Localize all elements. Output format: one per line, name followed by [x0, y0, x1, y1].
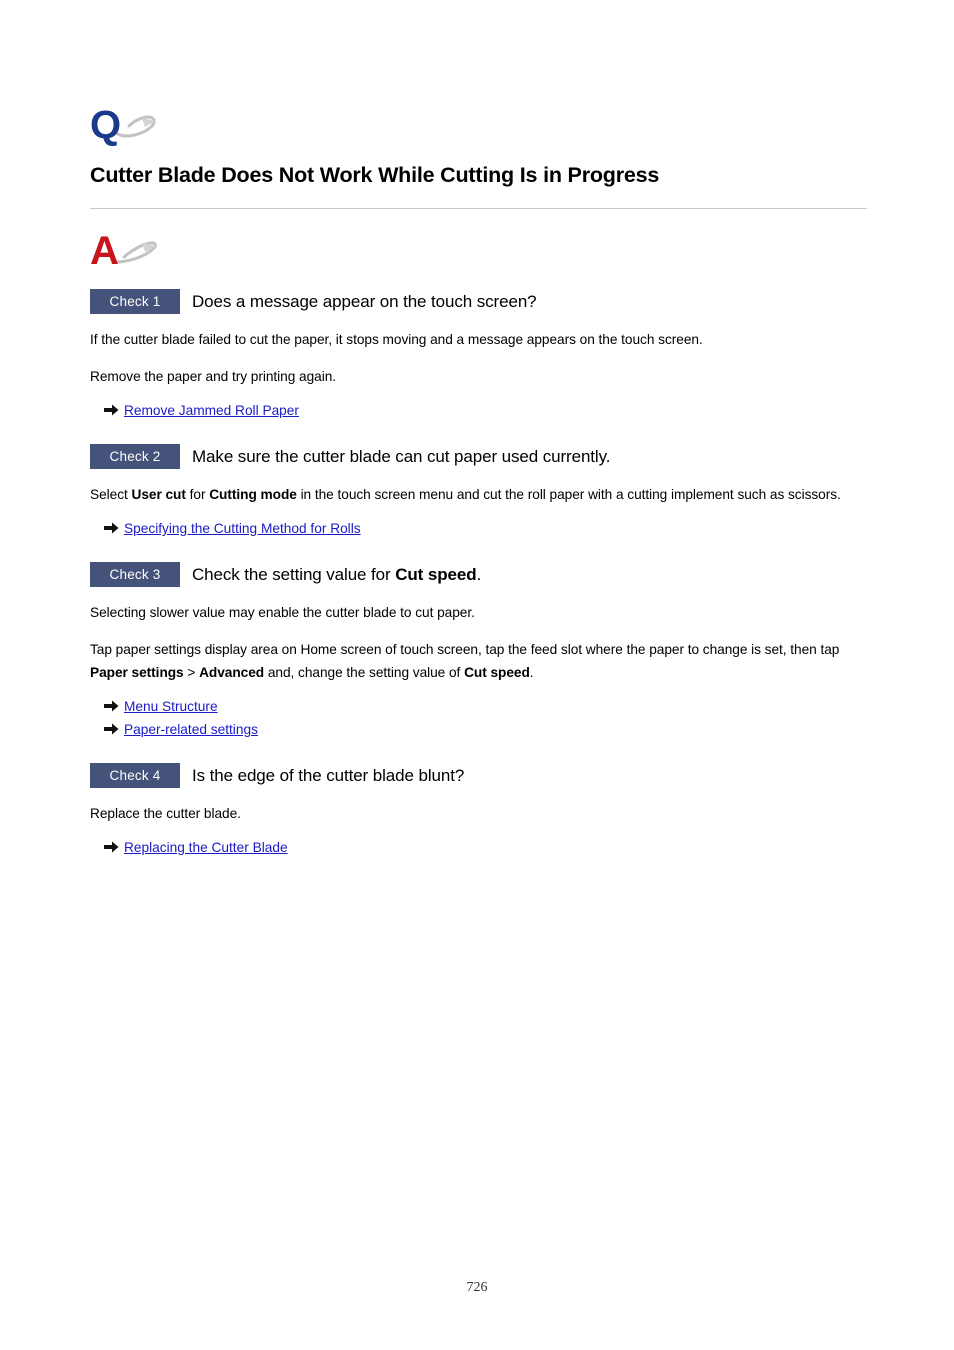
check-1-title: Does a message appear on the touch scree…: [192, 291, 537, 311]
question-mark-icon: Q: [90, 105, 180, 149]
check-3-link-list: Menu Structure Paper-related settings: [90, 697, 868, 740]
emphasis-advanced: Advanced: [199, 665, 265, 680]
list-item: Menu Structure: [90, 697, 868, 717]
check-2-paragraph-1: Select User cut for Cutting mode in the …: [90, 483, 868, 506]
answer-mark-letter: A: [90, 229, 119, 273]
emphasis-user-cut: User cut: [131, 487, 186, 502]
arrow-right-icon: [104, 404, 124, 416]
swoosh-decoration-icon: [112, 240, 160, 271]
emphasis-cutting-mode: Cutting mode: [209, 487, 297, 502]
link-specifying-the-cutting-method-for-rolls[interactable]: Specifying the Cutting Method for Rolls: [124, 519, 361, 539]
check-block-1: Check 1 Does a message appear on the tou…: [90, 289, 868, 421]
check-3-paragraph-1: Selecting slower value may enable the cu…: [90, 605, 475, 620]
document-page: Q Cutter Blade Does Not Work While Cutti…: [0, 0, 954, 1350]
check-1-link-list: Remove Jammed Roll Paper: [90, 401, 868, 421]
check-2-badge: Check 2: [90, 444, 180, 469]
question-mark-letter: Q: [90, 103, 121, 147]
check-2-link-list: Specifying the Cutting Method for Rolls: [90, 519, 868, 539]
text-fragment: in the touch screen menu and cut the rol…: [296, 487, 841, 502]
arrow-right-icon: [104, 700, 124, 712]
page-content: Q Cutter Blade Does Not Work While Cutti…: [90, 105, 868, 861]
check-block-3: Check 3 Check the setting value for Cut …: [90, 562, 868, 740]
text-fragment: Select: [90, 487, 132, 502]
check-1-paragraph-1: If the cutter blade failed to cut the pa…: [90, 332, 703, 347]
list-item: Replacing the Cutter Blade: [90, 838, 868, 858]
answer-mark-icon: A: [90, 231, 180, 275]
list-item: Specifying the Cutting Method for Rolls: [90, 519, 868, 539]
title-divider: [90, 208, 867, 209]
check-1-paragraph-2: Remove the paper and try printing again.: [90, 369, 337, 384]
emphasis-paper-settings: Paper settings: [90, 665, 184, 680]
list-item: Remove Jammed Roll Paper: [90, 401, 868, 421]
emphasis-cut-speed: Cut speed: [464, 665, 530, 680]
text-fragment: Check the setting value for: [192, 564, 396, 584]
check-block-4: Check 4 Is the edge of the cutter blade …: [90, 763, 868, 858]
check-1-heading: Check 1 Does a message appear on the tou…: [90, 289, 868, 314]
page-number: 726: [466, 1280, 488, 1295]
text-fragment: Tap paper settings display area on Home …: [90, 642, 840, 657]
arrow-right-icon: [104, 723, 124, 735]
check-3-title: Check the setting value for Cut speed.: [192, 564, 481, 586]
link-remove-jammed-roll-paper[interactable]: Remove Jammed Roll Paper: [124, 401, 299, 421]
emphasis-cut-speed: Cut speed: [395, 564, 477, 584]
check-4-title: Is the edge of the cutter blade blunt?: [192, 765, 465, 785]
check-3-heading: Check 3 Check the setting value for Cut …: [90, 562, 868, 587]
arrow-right-icon: [104, 522, 124, 534]
text-fragment: .: [529, 665, 534, 680]
check-4-badge: Check 4: [90, 763, 180, 788]
text-fragment: and, change the setting value of: [264, 665, 465, 680]
check-1-badge: Check 1: [90, 289, 180, 314]
link-paper-related-settings[interactable]: Paper-related settings: [124, 720, 258, 740]
link-replacing-the-cutter-blade[interactable]: Replacing the Cutter Blade: [124, 838, 288, 858]
list-item: Paper-related settings: [90, 720, 868, 740]
text-fragment: .: [476, 564, 482, 584]
check-2-heading: Check 2 Make sure the cutter blade can c…: [90, 444, 868, 469]
check-4-heading: Check 4 Is the edge of the cutter blade …: [90, 763, 868, 788]
page-title: Cutter Blade Does Not Work While Cutting…: [90, 163, 660, 187]
text-fragment: >: [183, 665, 200, 680]
check-3-paragraph-2: Tap paper settings display area on Home …: [90, 638, 868, 684]
arrow-right-icon: [104, 841, 124, 853]
check-3-badge: Check 3: [90, 562, 180, 587]
check-4-link-list: Replacing the Cutter Blade: [90, 838, 868, 858]
text-fragment: for: [185, 487, 210, 502]
check-4-paragraph-1: Replace the cutter blade.: [90, 806, 241, 821]
check-2-title: Make sure the cutter blade can cut paper…: [192, 446, 611, 466]
check-block-2: Check 2 Make sure the cutter blade can c…: [90, 444, 868, 539]
link-menu-structure[interactable]: Menu Structure: [124, 697, 218, 717]
